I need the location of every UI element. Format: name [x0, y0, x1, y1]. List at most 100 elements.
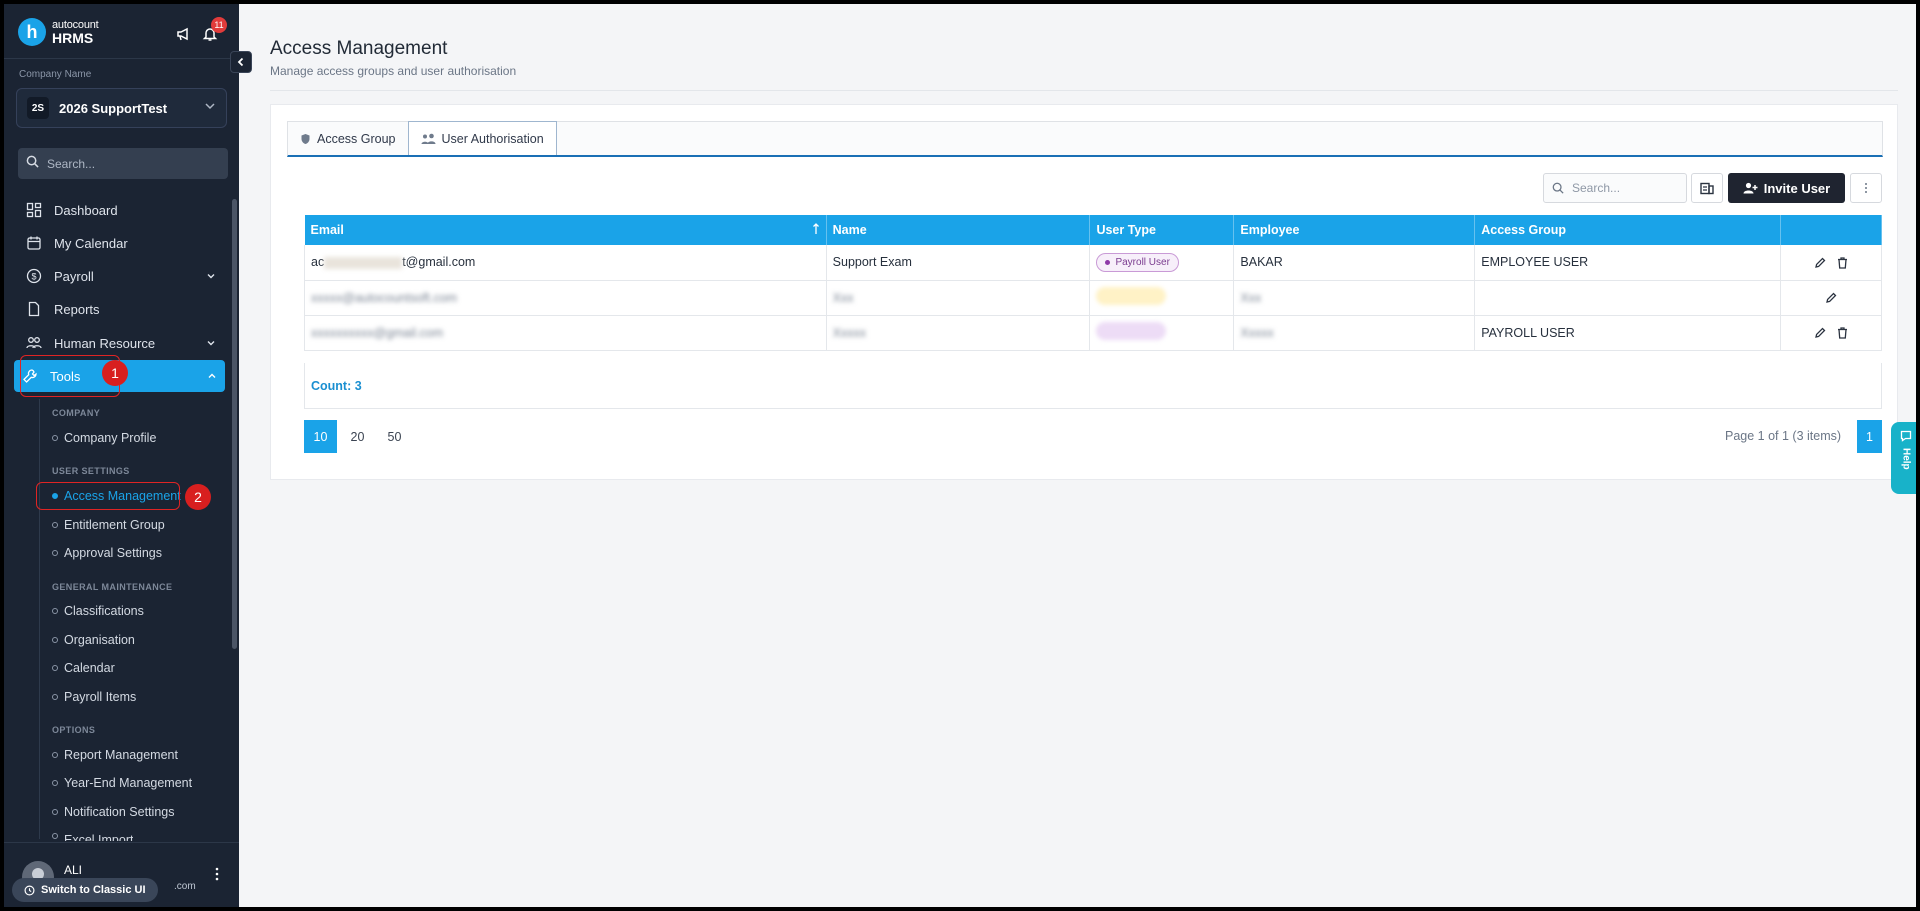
nav-payroll-label: Payroll — [54, 268, 94, 284]
tab-access-group[interactable]: Access Group — [288, 122, 408, 155]
users-table: Email Name User Type Employee Access Gro… — [304, 215, 1882, 351]
help-button[interactable]: Help — [1891, 422, 1916, 494]
table-search-input[interactable]: Search... — [1543, 173, 1687, 203]
cell-email: ac t@gmail.com — [304, 245, 827, 281]
cell-user-type — [1089, 280, 1235, 316]
submenu-notification-settings[interactable]: Notification Settings — [52, 805, 174, 819]
submenu-excel-import-label: Excel Import — [64, 833, 134, 841]
company-select[interactable]: 2S 2026 SupportTest — [16, 88, 227, 128]
cell-employee: Xxx — [1233, 280, 1476, 316]
more-vertical-icon — [1865, 183, 1867, 193]
dollar-icon: $ — [24, 266, 44, 286]
cell-email: xxxxxxxxxx@gmail.com — [304, 315, 827, 351]
page-size-option[interactable]: 50 — [378, 420, 411, 453]
submenu-payroll-items[interactable]: Payroll Items — [52, 690, 136, 704]
submenu-excel-import[interactable]: Excel Import — [52, 833, 133, 841]
column-header-email[interactable]: Email — [304, 215, 827, 245]
dashboard-icon — [24, 200, 44, 220]
page-size-option[interactable]: 10 — [304, 420, 337, 453]
submenu-approval-settings[interactable]: Approval Settings — [52, 546, 162, 560]
submenu-payroll-items-label: Payroll Items — [64, 690, 137, 704]
column-header-actions — [1780, 215, 1882, 245]
section-general-maintenance: GENERAL MAINTENANCE — [52, 582, 173, 592]
tab-bar: Access Group User Authorisation — [287, 121, 1883, 157]
invite-user-button[interactable]: Invite User — [1728, 173, 1845, 203]
switch-classic-ui-label: Switch to Classic UI — [41, 884, 146, 896]
nav-human-resource[interactable]: Human Resource — [18, 329, 224, 357]
main-card: Access Group User Authorisation Search..… — [270, 104, 1898, 480]
shield-icon — [300, 133, 311, 145]
announcement-icon[interactable] — [174, 24, 194, 44]
more-vertical-icon[interactable] — [214, 867, 222, 881]
cell-actions — [1780, 245, 1882, 281]
table-count: Count: 3 — [304, 363, 1882, 409]
table-row[interactable]: xxxxx@autocountsoft.com Xxx Xxx — [304, 280, 1882, 316]
submenu-guide-line — [39, 399, 40, 839]
cell-actions — [1780, 280, 1882, 316]
submenu-year-end-management[interactable]: Year-End Management — [52, 776, 192, 790]
column-chooser-button[interactable] — [1691, 173, 1723, 203]
submenu-report-management[interactable]: Report Management — [52, 748, 178, 762]
column-header-user-type[interactable]: User Type — [1089, 215, 1235, 245]
column-header-email-label: Email — [310, 222, 344, 237]
edit-icon[interactable] — [1825, 292, 1837, 304]
nav-reports[interactable]: Reports — [18, 295, 224, 323]
tab-user-authorisation-label: User Authorisation — [441, 131, 544, 146]
switch-classic-ui-button[interactable]: Switch to Classic UI — [12, 878, 158, 902]
page-info: Page 1 of 1 (3 items) — [1725, 429, 1842, 443]
submenu-organisation[interactable]: Organisation — [52, 633, 135, 647]
section-company: COMPANY — [52, 408, 101, 418]
nav-dashboard-label: Dashboard — [54, 202, 118, 218]
sort-ascending-icon[interactable] — [812, 222, 820, 238]
svg-text:$: $ — [31, 272, 36, 282]
delete-icon[interactable] — [1837, 327, 1848, 339]
users-icon — [421, 133, 436, 145]
table-row[interactable]: ac t@gmail.com Support Exam Payroll User … — [304, 245, 1882, 281]
invite-user-label: Invite User — [1763, 180, 1831, 196]
column-header-access-group[interactable]: Access Group — [1474, 215, 1782, 245]
nav-my-calendar[interactable]: My Calendar — [18, 229, 224, 257]
cell-name: Xxx — [826, 280, 1091, 316]
column-header-name[interactable]: Name — [826, 215, 1091, 245]
user-name: ALI — [64, 863, 83, 877]
tab-user-authorisation[interactable]: User Authorisation — [407, 121, 557, 155]
submenu-classifications-label: Classifications — [64, 604, 144, 618]
nav-reports-label: Reports — [54, 301, 100, 317]
chevron-down-icon — [206, 269, 216, 284]
submenu-report-management-label: Report Management — [64, 748, 178, 762]
submenu-company-profile[interactable]: Company Profile — [52, 431, 156, 445]
submenu-entitlement-group[interactable]: Entitlement Group — [52, 518, 165, 532]
submenu-company-profile-label: Company Profile — [64, 431, 157, 445]
sidebar-search-placeholder: Search... — [47, 156, 96, 171]
column-header-employee[interactable]: Employee — [1233, 215, 1476, 245]
cell-user-type: Payroll User — [1089, 245, 1235, 281]
cell-access-group: EMPLOYEE USER — [1474, 245, 1782, 281]
nav-dashboard[interactable]: Dashboard — [18, 196, 224, 224]
edit-icon[interactable] — [1814, 327, 1826, 339]
chevron-down-icon — [206, 336, 216, 351]
submenu-calendar[interactable]: Calendar — [52, 661, 115, 675]
cell-employee: BAKAR — [1233, 245, 1476, 281]
cell-email: xxxxx@autocountsoft.com — [304, 280, 827, 316]
nav-payroll[interactable]: $ Payroll — [18, 262, 224, 290]
page-size-selector: 10 20 50 — [304, 420, 415, 453]
table-row[interactable]: xxxxxxxxxx@gmail.com Xxxxx Xxxxx PAYROLL… — [304, 315, 1882, 351]
company-name: 2026 SupportTest — [59, 100, 168, 116]
delete-icon[interactable] — [1837, 257, 1848, 269]
edit-icon[interactable] — [1814, 257, 1826, 269]
annotation-badge-1: 1 — [102, 360, 128, 386]
page-size-option[interactable]: 20 — [341, 420, 374, 453]
brand-logo[interactable]: h autocount HRMS — [18, 18, 99, 46]
submenu-classifications[interactable]: Classifications — [52, 604, 144, 618]
page-number-button[interactable]: 1 — [1857, 420, 1882, 453]
more-options-button[interactable] — [1850, 173, 1882, 203]
brand-bottom-text: HRMS — [52, 29, 94, 46]
sidebar-scrollbar[interactable] — [232, 199, 237, 649]
sidebar-search-input[interactable]: Search... — [18, 148, 228, 179]
submenu-notification-settings-label: Notification Settings — [64, 805, 175, 819]
submenu-calendar-label: Calendar — [64, 661, 115, 675]
sidebar-footer: ALI .com Switch to Classic UI — [4, 842, 239, 907]
submenu-entitlement-group-label: Entitlement Group — [64, 518, 165, 532]
calendar-icon — [24, 233, 44, 253]
sidebar-collapse-button[interactable] — [230, 51, 252, 73]
